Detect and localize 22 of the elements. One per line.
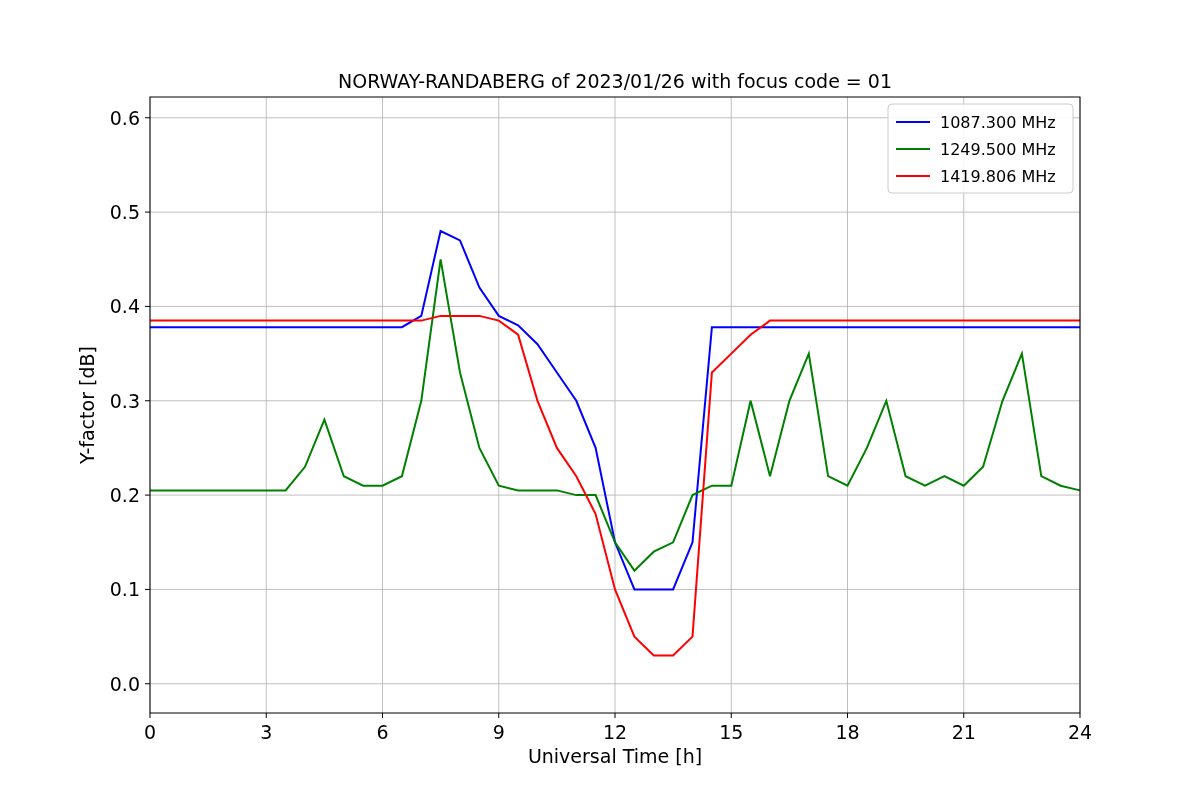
tick-label: 0.4 <box>109 295 140 318</box>
tick-label: 0.2 <box>109 484 140 507</box>
axis-label: Universal Time [h] <box>527 745 703 767</box>
chart-title: NORWAY-RANDABERG of 2023/01/26 with focus code = 01 <box>338 70 892 92</box>
tick-label: 0.0 <box>109 672 140 695</box>
tick-label: 3 <box>260 721 273 743</box>
tick-label: 9 <box>492 721 505 743</box>
tick-label: 21 <box>951 721 976 743</box>
tick-label: 0.6 <box>109 106 140 129</box>
tick-label: 24 <box>1067 721 1093 743</box>
tick-label: 12 <box>602 721 628 743</box>
legend-label: 1419.806 MHz <box>940 167 1056 186</box>
legend-label: 1249.500 MHz <box>940 140 1056 159</box>
tick-label: 18 <box>835 721 860 743</box>
tick-label: 0.5 <box>109 201 140 224</box>
tick-label: 0 <box>143 721 157 743</box>
tick-label: 0.1 <box>109 578 140 601</box>
axis-label: Y-factor [dB] <box>76 346 98 464</box>
tick-label: 0.3 <box>109 389 140 412</box>
legend-label: 1087.300 MHz <box>940 113 1056 132</box>
tick-label: 6 <box>376 721 389 743</box>
tick-label: 15 <box>719 721 744 743</box>
